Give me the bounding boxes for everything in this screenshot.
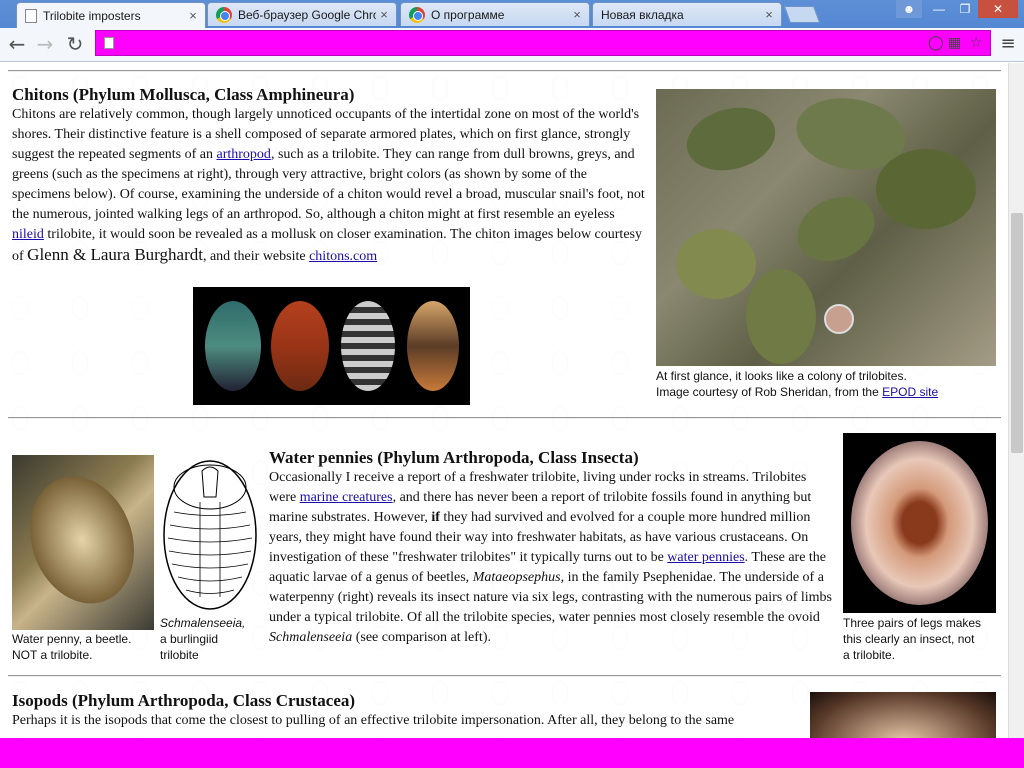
chrome-icon — [409, 6, 425, 23]
link-marine-creatures[interactable]: marine creatures — [300, 490, 393, 505]
caption-line: At first glance, it looks like a colony … — [656, 369, 907, 383]
link-water-pennies[interactable]: water pennies — [667, 550, 744, 565]
section-heading: Water pennies (Phylum Arthropoda, Class … — [269, 448, 639, 467]
section-heading: Isopods (Phylum Arthropoda, Class Crusta… — [12, 691, 356, 710]
text: (see comparison at left). — [352, 630, 491, 645]
schmalenseeia-drawing — [160, 457, 260, 612]
bookmark-star-icon[interactable]: ☆ — [970, 35, 983, 51]
divider — [8, 70, 1001, 72]
link-chitons-site[interactable]: chitons.com — [309, 249, 377, 264]
link-nileid[interactable]: nileid — [12, 227, 44, 242]
translate-icon[interactable]: ▦ — [948, 35, 961, 51]
isopod-photo — [810, 692, 996, 738]
credit-name: Glenn & Laura Burghardt — [27, 245, 203, 264]
tab-trilobite-imposters[interactable]: Trilobite imposters × — [16, 2, 206, 28]
divider — [8, 675, 1001, 677]
address-bar[interactable]: ◯ ▦ ☆ — [95, 30, 991, 56]
water-penny-underside-photo — [843, 433, 996, 613]
chrome-icon — [216, 6, 232, 23]
tab-about[interactable]: О программе × — [400, 2, 590, 26]
caption-line: Schmalenseeia, — [160, 616, 246, 630]
reload-icon[interactable]: ↻ — [62, 31, 88, 57]
shield-icon[interactable]: ◯ — [928, 35, 944, 51]
status-bar — [0, 738, 1024, 768]
back-icon[interactable]: ← — [4, 31, 30, 57]
menu-icon[interactable]: ≡ — [998, 32, 1018, 56]
tab-title: Trilobite imposters — [43, 8, 141, 23]
caption-line: Image courtesy of Rob Sheridan, from the… — [656, 384, 996, 400]
text: Mataeopsephus, — [472, 570, 565, 585]
minimize-icon[interactable]: — — [926, 0, 952, 18]
chitons-section: Chitons (Phylum Mollusca, Class Amphineu… — [12, 85, 648, 267]
restore-icon[interactable]: ❐ — [952, 0, 978, 18]
tab-chrome-browser[interactable]: Веб-браузер Google Chrome × — [207, 2, 397, 26]
chiton-photo-caption: At first glance, it looks like a colony … — [656, 368, 996, 400]
isopods-text: Perhaps it is the isopods that come the … — [12, 713, 735, 728]
close-icon[interactable]: × — [761, 7, 777, 22]
underside-caption: Three pairs of legs makes this clearly a… — [843, 615, 1008, 663]
tab-title: Новая вкладка — [601, 7, 684, 22]
isopods-section: Isopods (Phylum Arthropoda, Class Crusta… — [12, 691, 802, 731]
tab-title: Веб-браузер Google Chrome — [238, 7, 376, 22]
toolbar: ← → ↻ ◯ ▦ ☆ ≡ — [0, 28, 1024, 62]
close-icon[interactable]: × — [569, 7, 585, 22]
address-input[interactable] — [122, 34, 902, 52]
tab-title: О программе — [431, 7, 505, 22]
close-icon[interactable]: × — [185, 8, 201, 23]
caption-line: this clearly an insect, not — [843, 632, 975, 646]
link-epod[interactable]: EPOD site — [882, 385, 938, 399]
trilobite-drawing-icon — [163, 460, 257, 610]
water-pennies-section: Water pennies (Phylum Arthropoda, Class … — [269, 448, 834, 648]
page-icon — [25, 8, 37, 23]
scrollbar-thumb[interactable] — [1011, 213, 1023, 453]
schmalenseeia-caption: Schmalenseeia, a burlingiid trilobite — [160, 615, 270, 663]
vertical-scrollbar[interactable] — [1008, 63, 1024, 738]
divider — [8, 417, 1001, 419]
section-heading: Chitons (Phylum Mollusca, Class Amphineu… — [12, 85, 355, 104]
colorful-chitons-photo — [193, 287, 470, 405]
tab-new-tab[interactable]: Новая вкладка × — [592, 2, 782, 26]
caption-line: a trilobite. — [843, 648, 896, 662]
water-penny-photo — [12, 455, 154, 630]
page-content[interactable]: Chitons (Phylum Mollusca, Class Amphineu… — [0, 63, 1008, 738]
caption-line: a burlingiid — [160, 632, 219, 646]
chitons-text: Chitons are relatively common, though la… — [12, 105, 648, 267]
water-penny-caption: Water penny, a beetle. NOT a trilobite. — [12, 631, 162, 663]
caption-line: trilobite — [160, 648, 199, 662]
text: Image courtesy of Rob Sheridan, from the — [656, 385, 883, 399]
text: , and their website — [202, 249, 310, 264]
window-close-icon[interactable]: ✕ — [978, 0, 1018, 18]
water-pennies-text: Occasionally I receive a report of a fre… — [269, 468, 834, 648]
text: if — [431, 510, 440, 525]
caption-line: Water penny, a beetle. — [12, 632, 132, 646]
forward-icon[interactable]: → — [32, 31, 58, 57]
caption-line: Three pairs of legs makes — [843, 616, 982, 630]
text: Schmalenseeia — [269, 630, 353, 645]
caption-line: NOT a trilobite. — [12, 648, 93, 662]
new-tab-button[interactable] — [783, 6, 821, 23]
link-arthropod[interactable]: arthropod — [217, 147, 271, 162]
close-icon[interactable]: × — [376, 7, 392, 22]
user-icon[interactable]: ☻ — [896, 0, 922, 18]
chiton-colony-photo — [656, 89, 996, 366]
page-info-icon — [104, 37, 114, 49]
